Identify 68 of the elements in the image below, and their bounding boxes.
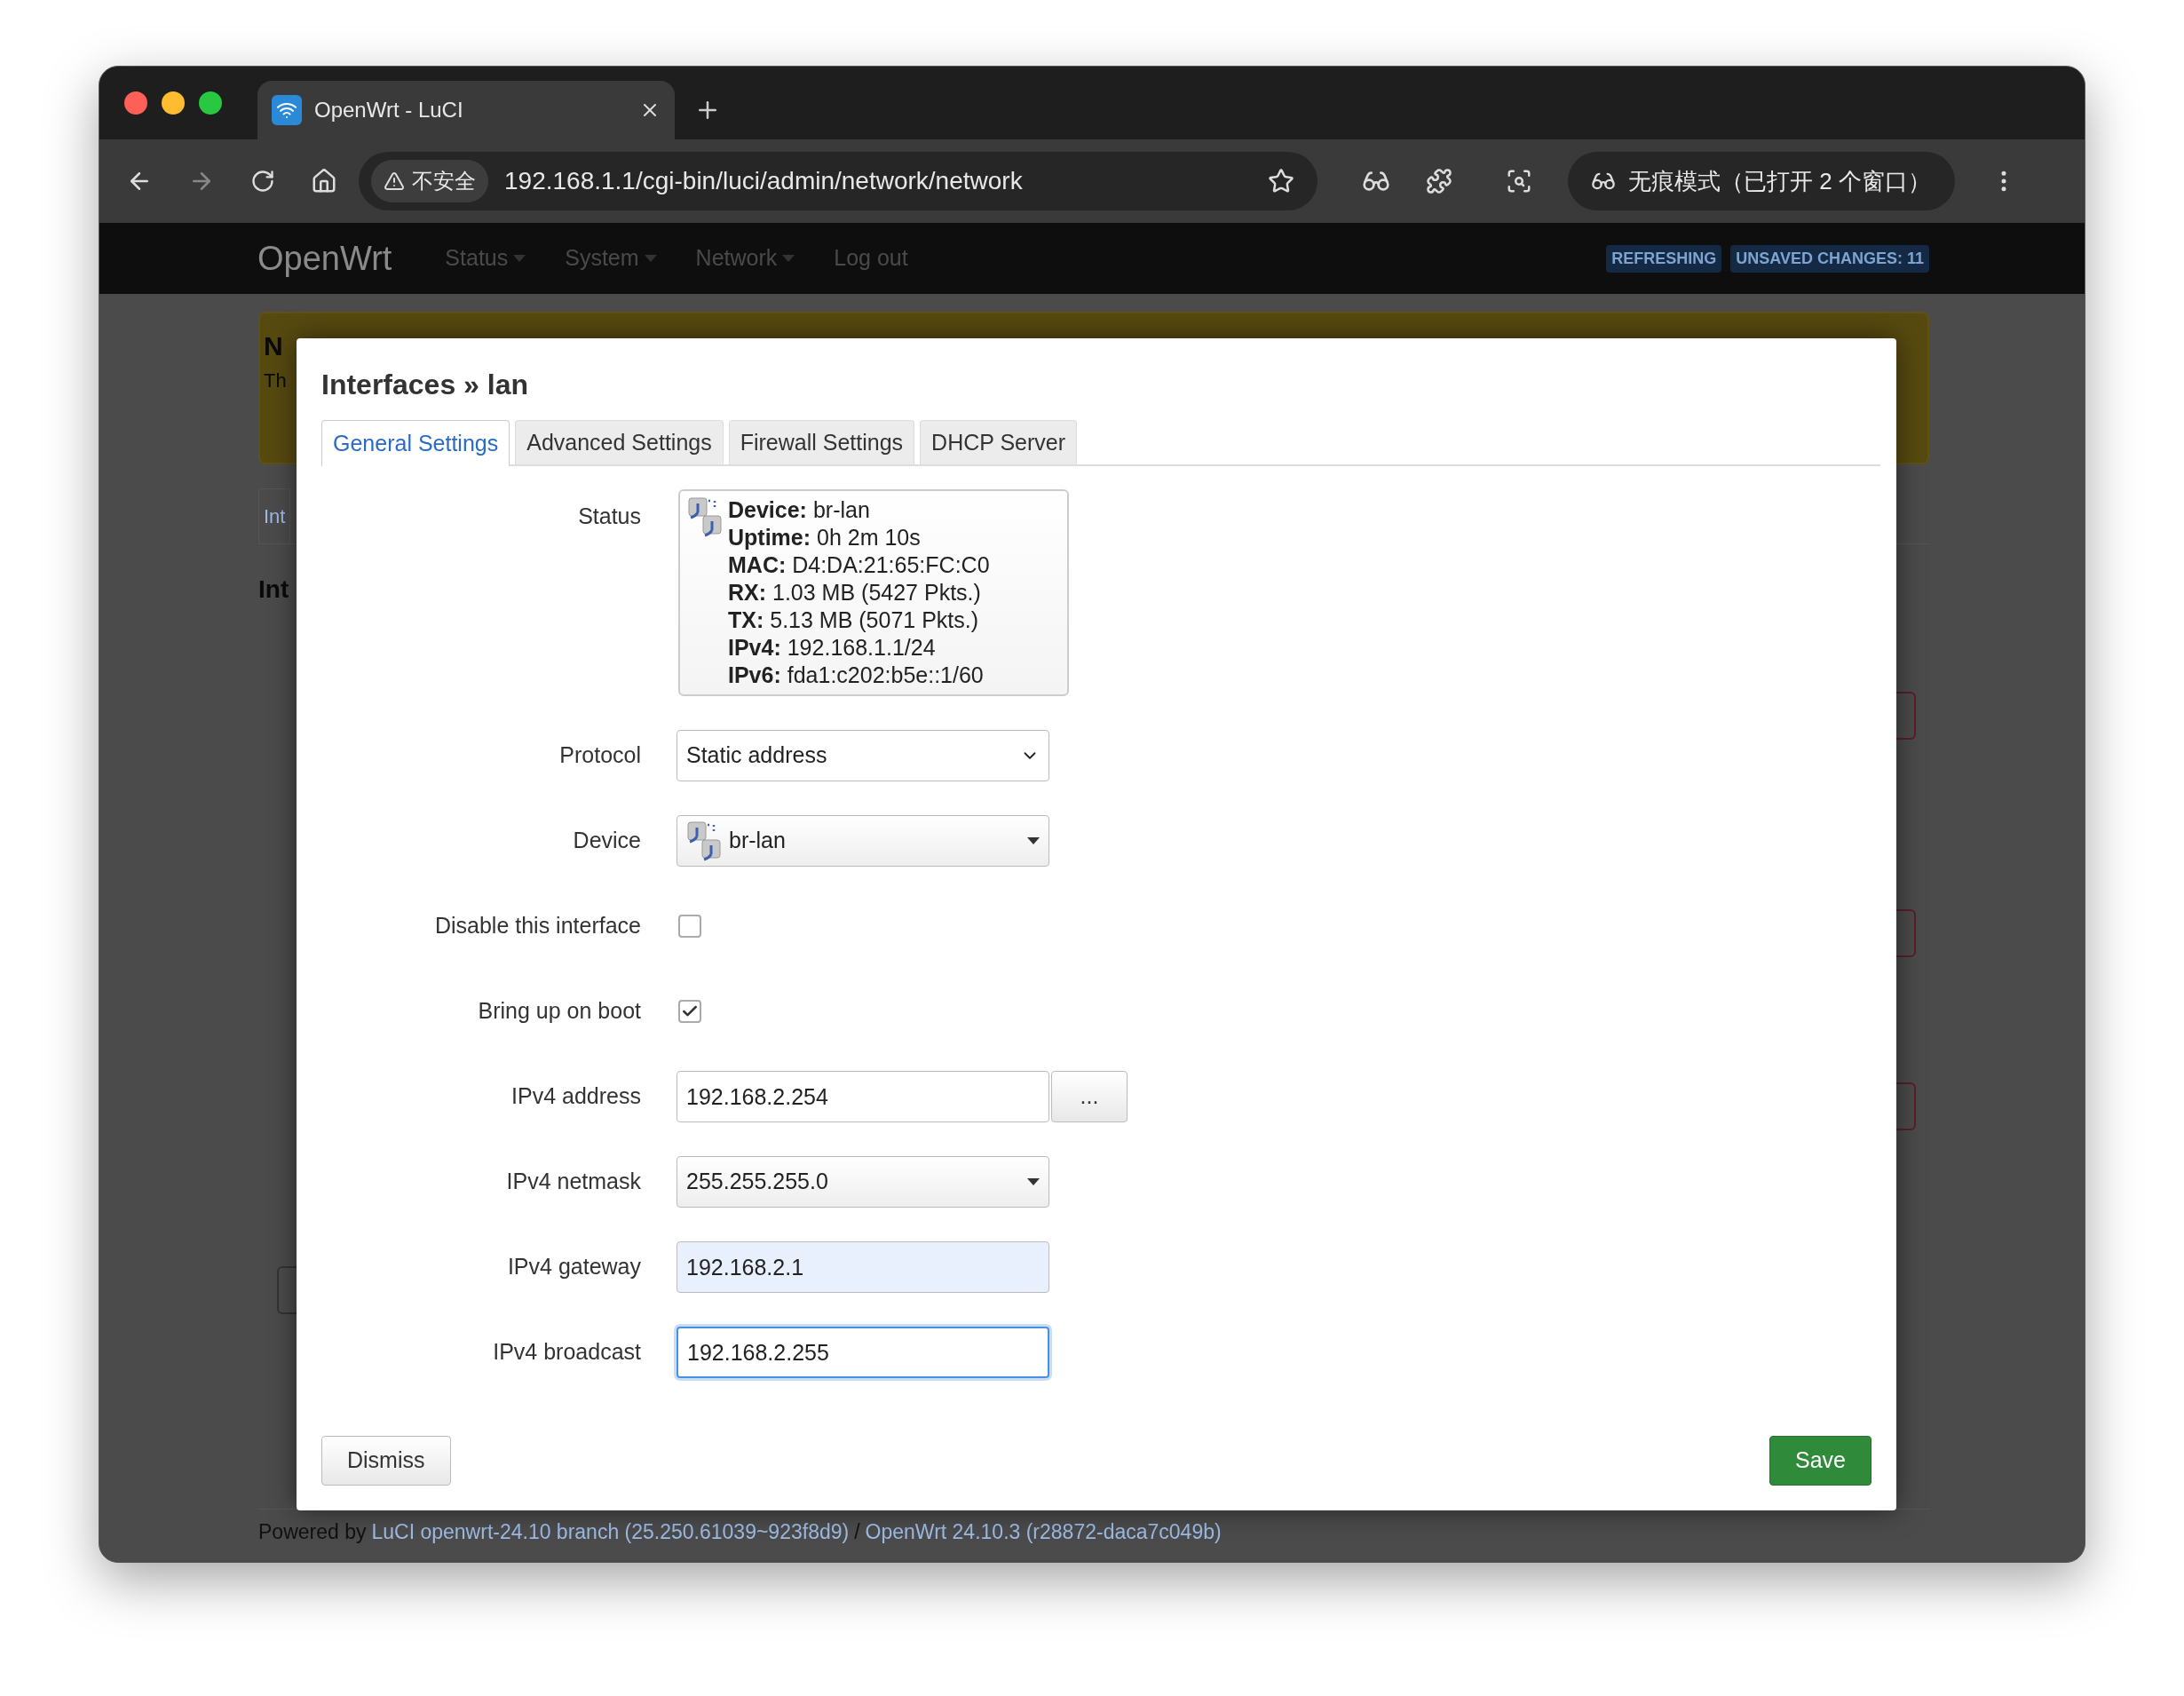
field-label: Device (572, 827, 641, 855)
field-label: IPv4 gateway (506, 1253, 641, 1281)
status-line: RX: 1.03 MB (5427 Pkts.) (728, 579, 982, 606)
close-window-button[interactable] (124, 91, 147, 115)
settings-tab[interactable]: DHCP Server (920, 420, 1078, 464)
status-line: IPv4: 192.168.1.1/24 (728, 634, 937, 662)
brand-logo[interactable]: OpenWrt (257, 233, 392, 284)
status-badge: REFRESHING (1606, 244, 1722, 273)
field-label: Protocol (558, 741, 641, 770)
notice-title: N (264, 330, 283, 362)
security-chip[interactable]: 不安全 (371, 160, 488, 202)
caret-icon (644, 255, 657, 262)
dropdown-select[interactable]: 255.255.255.0 (677, 1156, 1049, 1208)
reload-icon[interactable] (250, 169, 275, 194)
settings-tab[interactable]: Firewall Settings (728, 420, 915, 464)
status-line: MAC: D4:DA:21:65:FC:C0 (728, 551, 990, 579)
footer-link[interactable]: OpenWrt 24.10.3 (r28872-daca7c049b) (865, 1517, 1222, 1548)
protocol-select[interactable]: Static address (677, 730, 1049, 781)
security-label: 不安全 (412, 168, 476, 194)
home-icon[interactable] (311, 168, 337, 194)
tab-title: OpenWrt - LuCI (314, 97, 464, 123)
network-ports-icon (687, 496, 723, 537)
footer-text: / (854, 1519, 860, 1546)
save-button[interactable]: Save (1769, 1436, 1871, 1486)
bookmark-star-icon[interactable] (1268, 168, 1294, 194)
caret-icon (513, 255, 526, 262)
caret-icon (782, 255, 795, 262)
settings-tab[interactable]: Advanced Settings (515, 420, 724, 464)
caret-icon (1027, 837, 1040, 844)
incognito-label: 无痕模式（已打开 2 个窗口） (1628, 166, 1931, 196)
browser-tab[interactable]: OpenWrt - LuCI (257, 81, 675, 139)
caret-icon (1027, 1178, 1040, 1185)
field-label: IPv4 broadcast (492, 1338, 641, 1367)
footer-link[interactable]: LuCI openwrt-24.10 branch (25.250.61039~923f8d9) (371, 1517, 850, 1548)
field-label: Status (577, 503, 641, 530)
status-line: TX: 5.13 MB (5071 Pkts.) (728, 606, 980, 634)
notice-text: Th (264, 369, 287, 393)
text-input[interactable]: 192.168.2.254 (677, 1071, 1049, 1122)
extensions-icon[interactable] (1426, 168, 1452, 194)
wifi-icon (272, 95, 302, 125)
status-line: IPv6: fda1:c202:b5e::1/60 (728, 662, 985, 689)
footer-text: Powered by (258, 1519, 367, 1546)
address-bar[interactable]: 不安全 192.168.1.1/cgi-bin/luci/admin/network/network (359, 152, 1318, 210)
dropdown-select[interactable]: br-lan (677, 815, 1049, 867)
more-button[interactable]: ... (1051, 1071, 1128, 1122)
status-line: Uptime: 0h 2m 10s (728, 524, 922, 551)
url-text: 192.168.1.1/cgi-bin/luci/admin/network/network (504, 166, 1024, 196)
checkbox[interactable] (678, 1000, 701, 1023)
field-label: Disable this interface (433, 912, 641, 940)
field-label: IPv4 address (510, 1082, 641, 1111)
minimize-window-button[interactable] (162, 91, 185, 115)
field-label: IPv4 netmask (505, 1168, 641, 1196)
status-badge: UNSAVED CHANGES: 11 (1730, 244, 1929, 273)
settings-tab[interactable]: General Settings (321, 420, 510, 466)
checkbox[interactable] (678, 915, 701, 938)
warning-icon (384, 170, 405, 192)
incognito-chip[interactable]: 无痕模式（已打开 2 个窗口） (1568, 152, 1955, 210)
modal-title: Interfaces » lan (321, 368, 529, 402)
zoom-window-button[interactable] (199, 91, 222, 115)
interfaces-tab[interactable]: Int (258, 488, 291, 543)
page-heading: Int (258, 575, 289, 605)
text-input[interactable]: 192.168.2.255 (677, 1327, 1049, 1378)
network-port-icon (686, 820, 722, 861)
status-line: Device: br-lan (728, 496, 871, 524)
field-label: Bring up on boot (477, 997, 641, 1026)
dismiss-button[interactable]: Dismiss (321, 1436, 451, 1486)
screen-search-icon[interactable] (1506, 168, 1532, 194)
text-input[interactable]: 192.168.2.1 (677, 1241, 1049, 1293)
